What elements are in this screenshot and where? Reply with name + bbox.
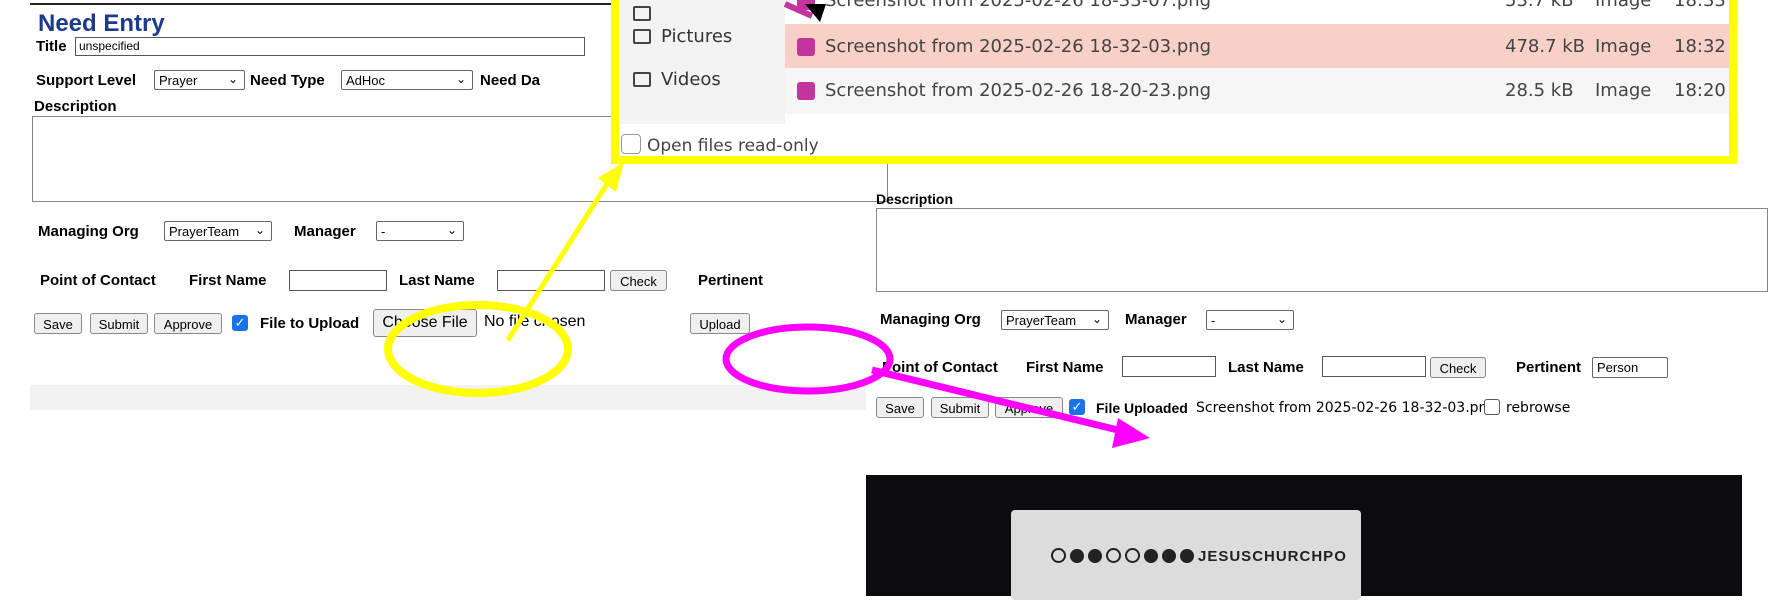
yellow-arrow-line: [505, 174, 615, 342]
magenta-ellipse: [722, 323, 894, 395]
magenta-arrow-line: [871, 366, 1127, 436]
highlight-frame: [611, 0, 1737, 164]
annotation-overlay: [384, 0, 1737, 448]
yellow-ellipse: [384, 301, 572, 397]
magenta-arrow-head: [1112, 418, 1150, 448]
